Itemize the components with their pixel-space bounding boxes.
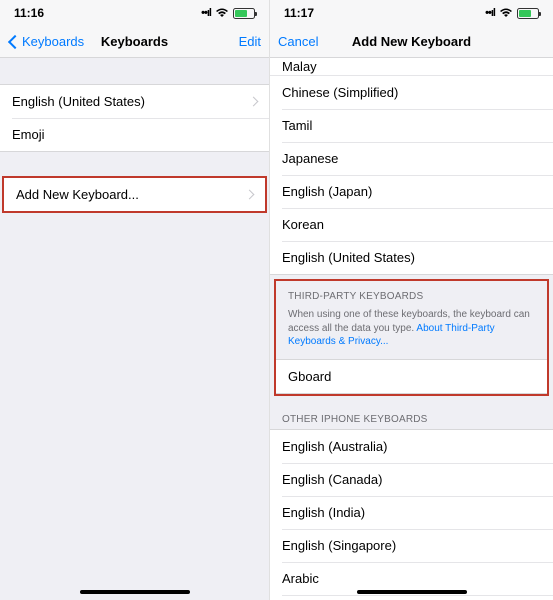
keyboard-row[interactable]: Chinese (Simplified)	[270, 76, 553, 109]
keyboard-label: Gboard	[288, 369, 331, 384]
keyboard-label: English (Japan)	[282, 184, 372, 199]
third-party-list: Gboard	[276, 359, 547, 394]
keyboard-row[interactable]: English (India)	[270, 496, 553, 529]
keyboard-row-gboard[interactable]: Gboard	[276, 360, 547, 393]
nav-bar: Keyboards Keyboards Edit	[0, 26, 269, 58]
status-bar: 11:17 ••ıl	[270, 0, 553, 26]
content: English (United States) Emoji Add New Ke…	[0, 58, 269, 600]
keyboard-label: English (United States)	[12, 94, 145, 109]
keyboard-row[interactable]: English (United States)	[270, 241, 553, 274]
back-button[interactable]: Keyboards	[8, 34, 84, 49]
other-list: English (Australia) English (Canada) Eng…	[270, 429, 553, 600]
screen-keyboards: 11:16 ••ıl Keyboards Keyboards Edit Engl…	[0, 0, 270, 600]
back-label: Keyboards	[22, 34, 84, 49]
keyboard-row[interactable]: Korean	[270, 208, 553, 241]
battery-icon	[233, 8, 255, 19]
keyboard-row[interactable]: English (Canada)	[270, 463, 553, 496]
keyboard-label: Arabic	[282, 571, 319, 586]
keyboard-label: English (Canada)	[282, 472, 382, 487]
battery-icon	[517, 8, 539, 19]
chevron-left-icon	[8, 34, 22, 48]
cellular-icon: ••ıl	[485, 7, 495, 19]
keyboard-row[interactable]: English (Australia)	[270, 430, 553, 463]
suggested-list: Chinese (Simplified) Tamil Japanese Engl…	[270, 76, 553, 275]
keyboard-row[interactable]: Japanese	[270, 142, 553, 175]
keyboard-label: Japanese	[282, 151, 338, 166]
chevron-right-icon	[249, 97, 259, 107]
other-header: OTHER IPHONE KEYBOARDS	[270, 400, 553, 429]
chevron-right-icon	[245, 190, 255, 200]
spacer	[0, 152, 269, 178]
screen-add-keyboard: 11:17 ••ıl Cancel Add New Keyboard Malay…	[270, 0, 553, 600]
status-time: 11:16	[14, 6, 44, 20]
spacer	[0, 58, 269, 84]
status-bar: 11:16 ••ıl	[0, 0, 269, 26]
third-party-highlight: THIRD-PARTY KEYBOARDS When using one of …	[274, 279, 549, 396]
keyboard-row[interactable]: English (Singapore)	[270, 529, 553, 562]
keyboard-label: English (Australia)	[282, 439, 388, 454]
home-indicator	[357, 590, 467, 594]
keyboard-label: Malay	[282, 59, 317, 74]
add-new-label: Add New Keyboard...	[16, 187, 139, 202]
wifi-icon	[215, 8, 229, 18]
cancel-button[interactable]: Cancel	[278, 34, 318, 49]
edit-button[interactable]: Edit	[239, 34, 261, 49]
keyboard-row[interactable]: English (Japan)	[270, 175, 553, 208]
home-indicator	[80, 590, 190, 594]
add-keyboard-group: Add New Keyboard...	[2, 176, 267, 213]
third-party-note: When using one of these keyboards, the k…	[276, 306, 547, 359]
nav-bar: Cancel Add New Keyboard	[270, 26, 553, 58]
keyboard-row-partial[interactable]: Malay	[270, 58, 553, 76]
keyboard-label: Korean	[282, 217, 324, 232]
keyboard-label: Emoji	[12, 127, 45, 142]
status-indicators: ••ıl	[485, 7, 539, 19]
keyboard-label: Tamil	[282, 118, 312, 133]
keyboard-row[interactable]: Tamil	[270, 109, 553, 142]
cellular-icon: ••ıl	[201, 7, 211, 19]
keyboard-row[interactable]: Emoji	[0, 118, 269, 151]
keyboard-row[interactable]: English (United States)	[0, 85, 269, 118]
cancel-label: Cancel	[278, 34, 318, 49]
keyboard-label: English (India)	[282, 505, 365, 520]
wifi-icon	[499, 8, 513, 18]
content: Malay Chinese (Simplified) Tamil Japanes…	[270, 58, 553, 600]
keyboard-label: English (United States)	[282, 250, 415, 265]
status-indicators: ••ıl	[201, 7, 255, 19]
add-new-keyboard-button[interactable]: Add New Keyboard...	[4, 178, 265, 211]
status-time: 11:17	[284, 6, 314, 20]
third-party-header: THIRD-PARTY KEYBOARDS	[276, 281, 547, 306]
keyboard-list: English (United States) Emoji	[0, 84, 269, 152]
keyboard-label: English (Singapore)	[282, 538, 396, 553]
keyboard-row[interactable]: Armenian	[270, 595, 553, 600]
keyboard-label: Chinese (Simplified)	[282, 85, 398, 100]
